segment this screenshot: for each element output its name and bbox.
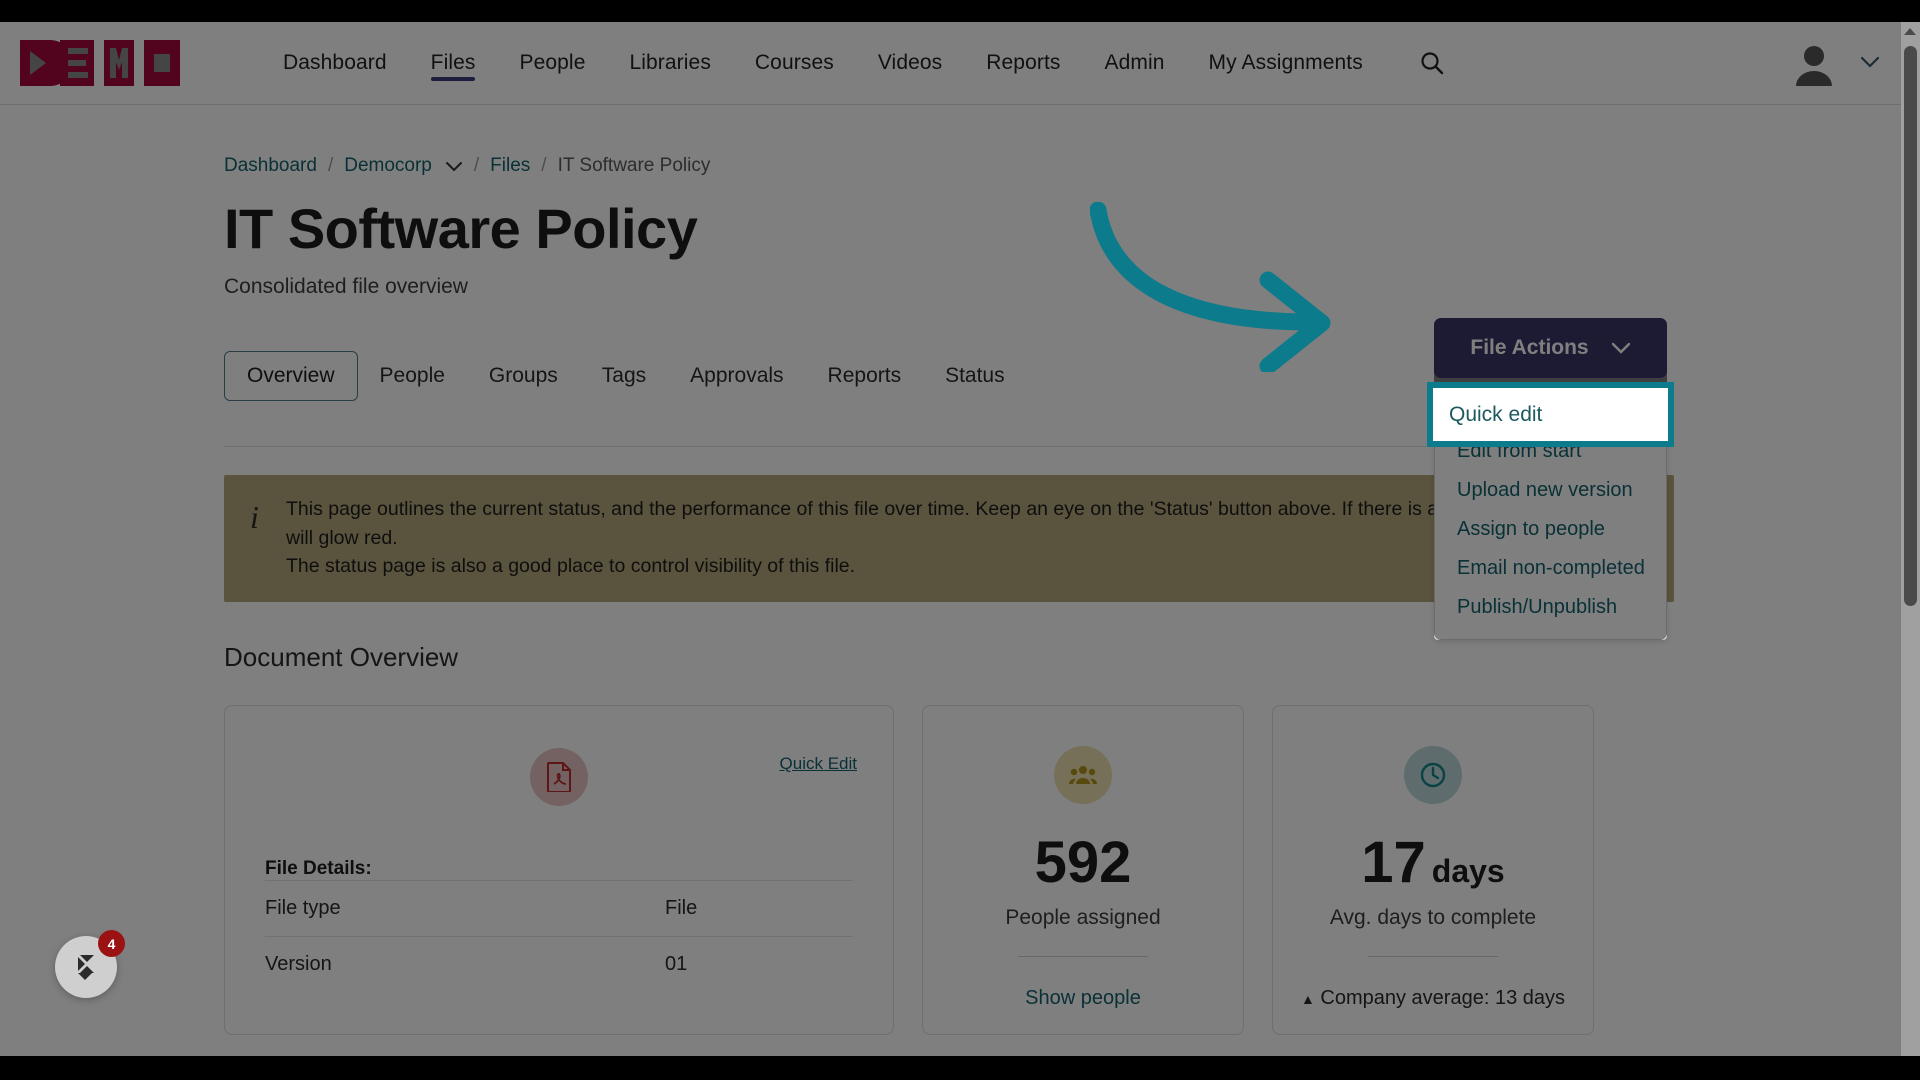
table-row: File type File	[265, 880, 853, 936]
breadcrumb-separator: /	[473, 155, 480, 176]
divider	[1018, 956, 1148, 958]
nav-item-videos[interactable]: Videos	[856, 22, 964, 105]
show-people-link[interactable]: Show people	[947, 987, 1219, 1010]
page-title: IT Software Policy	[224, 197, 698, 260]
nav-item-people[interactable]: People	[497, 22, 607, 105]
vertical-scrollbar[interactable]	[1901, 22, 1920, 1056]
quick-edit-link[interactable]: Quick Edit	[780, 754, 857, 774]
detail-key: File type	[265, 897, 341, 920]
nav-label: People	[519, 51, 586, 74]
breadcrumb-current: IT Software Policy	[557, 155, 711, 176]
avatar[interactable]	[1794, 42, 1834, 86]
people-group-icon	[1054, 746, 1112, 805]
nav-item-libraries[interactable]: Libraries	[607, 22, 732, 105]
breadcrumb-democorp[interactable]: Democorp	[344, 155, 432, 177]
menu-item-publish-unpublish[interactable]: Publish/Unpublish	[1435, 588, 1666, 627]
detail-value: File	[665, 897, 698, 920]
chevron-down-icon[interactable]	[1860, 55, 1880, 73]
avg-days-unit: days	[1431, 853, 1505, 890]
detail-value: 01	[665, 953, 688, 976]
pdf-file-icon	[530, 748, 588, 807]
nav-label: My Assignments	[1208, 51, 1363, 74]
divider	[1368, 956, 1498, 958]
tab-label: People	[379, 364, 445, 388]
menu-item-email-non-completed[interactable]: Email non-completed	[1435, 549, 1666, 588]
triangle-up-icon: ▲	[1300, 991, 1315, 1008]
tab-label: Approvals	[690, 364, 784, 388]
breadcrumb-dashboard[interactable]: Dashboard	[224, 155, 317, 177]
tab-reports[interactable]: Reports	[806, 351, 924, 401]
section-heading: Document Overview	[224, 642, 459, 673]
nav-item-my-assignments[interactable]: My Assignments	[1187, 22, 1385, 105]
tab-people[interactable]: People	[358, 351, 467, 401]
tab-label: Tags	[601, 364, 647, 388]
people-assigned-value: 592	[1034, 830, 1132, 896]
letterbox-top	[0, 0, 1920, 22]
file-details-card: Quick Edit File Details: File type File …	[224, 705, 894, 1036]
highlight-box-quick-edit[interactable]: Quick edit	[1427, 382, 1674, 447]
company-average-text: ▲ Company average: 13 days	[1297, 987, 1569, 1010]
file-actions-label: File Actions	[1470, 336, 1589, 359]
file-details-label: File Details:	[265, 858, 372, 880]
tab-approvals[interactable]: Approvals	[668, 351, 805, 401]
nav-label: Files	[430, 51, 476, 74]
nav-item-admin[interactable]: Admin	[1083, 22, 1187, 105]
breadcrumb-separator: /	[327, 155, 334, 176]
file-actions-button[interactable]: File Actions	[1434, 318, 1667, 378]
people-assigned-label: People assigned	[1005, 906, 1161, 930]
letterbox-bottom	[0, 1056, 1920, 1080]
file-actions-menu: File Actions Quick edit Edit from start …	[1434, 318, 1667, 640]
menu-item-upload-new-version[interactable]: Upload new version	[1435, 471, 1666, 510]
people-assigned-card: 592 People assigned Show people	[922, 705, 1244, 1036]
tab-status[interactable]: Status	[923, 351, 1027, 401]
nav-label: Videos	[877, 51, 943, 74]
notification-badge: 4	[98, 930, 125, 957]
tab-groups[interactable]: Groups	[467, 351, 580, 401]
browser-viewport: Dashboard Files People Libraries Courses…	[0, 22, 1920, 1056]
breadcrumb-separator: /	[541, 155, 547, 176]
breadcrumb: Dashboard / Democorp / Files / IT Softwa…	[224, 155, 1674, 177]
help-widget[interactable]: 4	[55, 930, 125, 998]
nav-label: Libraries	[629, 51, 711, 74]
nav-label: Courses	[754, 51, 834, 74]
menu-item-quick-edit-highlighted: Quick edit	[1449, 402, 1543, 426]
nav-links: Dashboard Files People Libraries Courses…	[261, 22, 1449, 105]
top-navigation-bar: Dashboard Files People Libraries Courses…	[0, 22, 1920, 105]
tab-label: Groups	[488, 364, 558, 388]
search-icon[interactable]	[1415, 46, 1449, 80]
avg-days-card: 17 days Avg. days to complete ▲ Company a…	[1272, 705, 1594, 1036]
nav-item-dashboard[interactable]: Dashboard	[261, 22, 409, 105]
nav-label: Admin	[1104, 51, 1165, 74]
clock-icon	[1404, 746, 1462, 805]
account-menu[interactable]	[1794, 22, 1880, 105]
breadcrumb-chevron-down-icon[interactable]	[445, 161, 463, 172]
tab-tags[interactable]: Tags	[580, 351, 668, 401]
nav-item-reports[interactable]: Reports	[964, 22, 1082, 105]
nav-item-files[interactable]: Files	[409, 22, 498, 105]
scrollbar-thumb[interactable]	[1904, 46, 1917, 606]
avg-days-label: Avg. days to complete	[1329, 906, 1537, 930]
nav-label: Reports	[986, 51, 1061, 74]
detail-key: Version	[265, 953, 332, 976]
menu-item-assign-to-people[interactable]: Assign to people	[1435, 510, 1666, 549]
breadcrumb-files[interactable]: Files	[490, 155, 530, 177]
nav-item-courses[interactable]: Courses	[733, 22, 856, 105]
tab-label: Overview	[247, 364, 335, 388]
company-average-label: Company average: 13 days	[1320, 987, 1565, 1010]
tab-label: Status	[945, 364, 1005, 388]
demo-logo[interactable]	[20, 40, 180, 86]
avg-days-number: 17	[1361, 830, 1426, 896]
nav-label: Dashboard	[283, 51, 387, 74]
avg-days-value: 17 days	[1297, 834, 1569, 892]
chevron-down-icon	[1611, 342, 1630, 354]
table-row: Version 01	[265, 936, 853, 992]
tab-label: Reports	[827, 364, 902, 388]
overview-cards: Quick Edit File Details: File type File …	[224, 705, 1674, 1036]
info-icon: i	[250, 499, 259, 536]
page-subtitle: Consolidated file overview	[224, 275, 468, 299]
tab-overview[interactable]: Overview	[224, 351, 358, 402]
scroll-up-arrow-icon[interactable]	[1904, 28, 1916, 35]
